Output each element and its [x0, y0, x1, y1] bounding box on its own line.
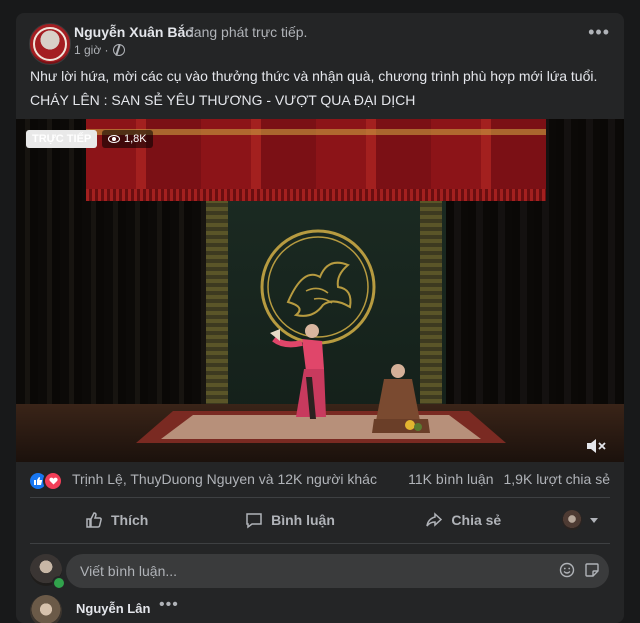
caption-line-1: Như lời hứa, mời các cụ vào thưởng thức …: [30, 68, 598, 84]
eye-icon: [108, 135, 120, 143]
divider: [30, 497, 610, 498]
love-icon: [43, 471, 63, 491]
globe-icon: [112, 44, 125, 56]
volume-muted-icon[interactable]: [586, 437, 606, 455]
caption-line-2: CHÁY LÊN : SAN SẺ YÊU THƯƠNG - VƯỢT QUA …: [30, 92, 416, 108]
share-count[interactable]: 1,9K lượt chia sẻ: [504, 471, 611, 487]
red-valance: [86, 119, 546, 201]
mini-avatar: [561, 510, 582, 530]
like-button[interactable]: Thích: [30, 500, 203, 540]
comment-label: Bình luận: [271, 512, 335, 528]
engagement-counts: 11K bình luận 1,9K lượt chia sẻ: [408, 471, 610, 487]
reaction-audience-selector[interactable]: [550, 500, 610, 540]
performer-dancer: [270, 324, 326, 419]
post-meta: 1 giờ ·: [74, 43, 125, 57]
action-bar: Thích Bình luận Chia sẻ: [30, 500, 610, 540]
like-label: Thích: [110, 512, 149, 528]
online-status-icon: [52, 576, 66, 590]
author-name[interactable]: Nguyễn Xuân Bắc: [74, 24, 193, 40]
share-icon: [426, 512, 443, 527]
stage-pillar-left: [206, 191, 228, 423]
post-time[interactable]: 1 giờ ·: [74, 43, 109, 57]
comment-icon: [246, 513, 262, 529]
live-video-player[interactable]: TRỰC TIẾP 1,8K: [16, 119, 624, 462]
divider: [30, 543, 610, 544]
sticker-icon[interactable]: [584, 562, 600, 578]
comment-input-wrapper: [66, 554, 609, 588]
comment-button[interactable]: Bình luận: [203, 500, 376, 540]
reaction-summary[interactable]: Trịnh Lệ, ThuyDuong Nguyen và 12K người …: [72, 471, 377, 487]
live-post-card: Nguyễn Xuân Bắc đang phát trực tiếp. 1 g…: [16, 13, 624, 623]
more-options-icon[interactable]: •••: [588, 23, 610, 41]
more-options-icon[interactable]: •••: [159, 596, 179, 614]
viewer-count: 1,8K: [102, 130, 153, 148]
thumbs-up-icon: [86, 512, 102, 528]
author-avatar[interactable]: [29, 23, 71, 65]
share-button[interactable]: Chia sẻ: [377, 500, 550, 540]
comment-input[interactable]: [78, 562, 542, 580]
comment-count[interactable]: 11K bình luận: [408, 471, 493, 487]
viewer-count-value: 1,8K: [124, 133, 147, 145]
chevron-down-icon: [589, 517, 598, 523]
reaction-icons[interactable]: [30, 471, 63, 491]
emoji-icon[interactable]: [559, 562, 575, 578]
share-label: Chia sẻ: [451, 512, 502, 528]
post-action-text: đang phát trực tiếp.: [186, 24, 308, 40]
live-badge: TRỰC TIẾP: [26, 130, 98, 148]
commenter-avatar[interactable]: [30, 595, 62, 623]
performer-seated: [372, 364, 430, 433]
